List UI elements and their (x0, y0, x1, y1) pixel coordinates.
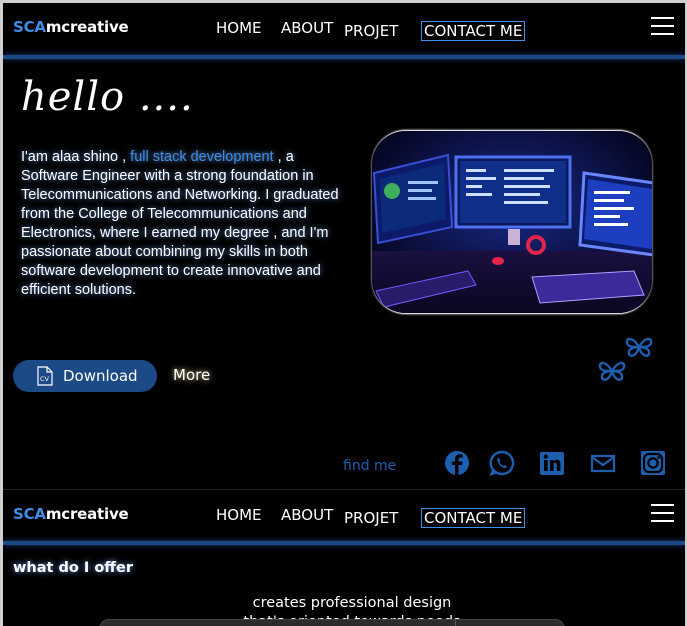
navbar-underline (3, 55, 685, 59)
whatsapp-icon[interactable] (488, 449, 516, 477)
nav2-about-link[interactable]: ABOUT (281, 506, 333, 524)
brand-logo-part1: SCA (13, 18, 46, 36)
hamburger-menu-icon-2[interactable] (651, 504, 674, 522)
bottom-overlay-bar[interactable] (99, 619, 565, 626)
top-navbar: SCAmcreative HOME ABOUT PROJET CONTACT M… (3, 3, 685, 59)
brand-logo[interactable]: SCAmcreative (13, 18, 129, 36)
cv-icon-text: CV (40, 375, 50, 383)
butterfly-icon-2 (598, 361, 626, 381)
overlay-divider (455, 620, 456, 626)
nav2-projet-link[interactable]: PROJET (344, 509, 398, 527)
hero-workstation-image (372, 130, 652, 314)
navbar-underline-2 (3, 541, 685, 545)
mail-icon[interactable] (589, 449, 617, 477)
nav-home-link[interactable]: HOME (216, 19, 262, 37)
sticky-navbar: SCAmcreative HOME ABOUT PROJET CONTACT M… (3, 489, 685, 545)
brand-logo-2[interactable]: SCAmcreative (13, 505, 129, 523)
hero-intro: I'am alaa shino , full stack development… (21, 148, 341, 300)
facebook-icon[interactable] (443, 449, 471, 477)
more-link[interactable]: More (173, 366, 210, 384)
download-cv-button[interactable]: CV Download (13, 360, 157, 392)
nav-about-link[interactable]: ABOUT (281, 19, 333, 37)
nav-contact-link[interactable]: CONTACT ME (421, 21, 526, 41)
butterfly-icon-1 (625, 337, 653, 357)
brand-logo-2-part2: mcreative (45, 505, 129, 523)
hero-greeting: hello .... (21, 74, 194, 120)
intro-after: , a Software Engineer with a strong foun… (21, 149, 339, 298)
intro-highlight: full stack development (130, 149, 274, 165)
nav-projet-link[interactable]: PROJET (344, 22, 398, 40)
hamburger-menu-icon[interactable] (651, 17, 674, 35)
intro-before: I'am alaa shino , (21, 149, 127, 165)
offer-section-title: what do I offer (13, 560, 134, 576)
brand-logo-part2: mcreative (45, 18, 129, 36)
find-me-label: find me (343, 458, 397, 474)
linkedin-icon[interactable] (538, 449, 566, 477)
page: SCAmcreative HOME ABOUT PROJET CONTACT M… (3, 3, 685, 626)
brand-logo-2-part1: SCA (13, 505, 46, 523)
cv-file-icon: CV (37, 366, 53, 386)
nav2-home-link[interactable]: HOME (216, 506, 262, 524)
nav2-contact-link[interactable]: CONTACT ME (421, 508, 526, 528)
workstation-illustration (372, 131, 652, 313)
download-button-label: Download (63, 367, 138, 385)
instagram-icon[interactable] (639, 449, 667, 477)
